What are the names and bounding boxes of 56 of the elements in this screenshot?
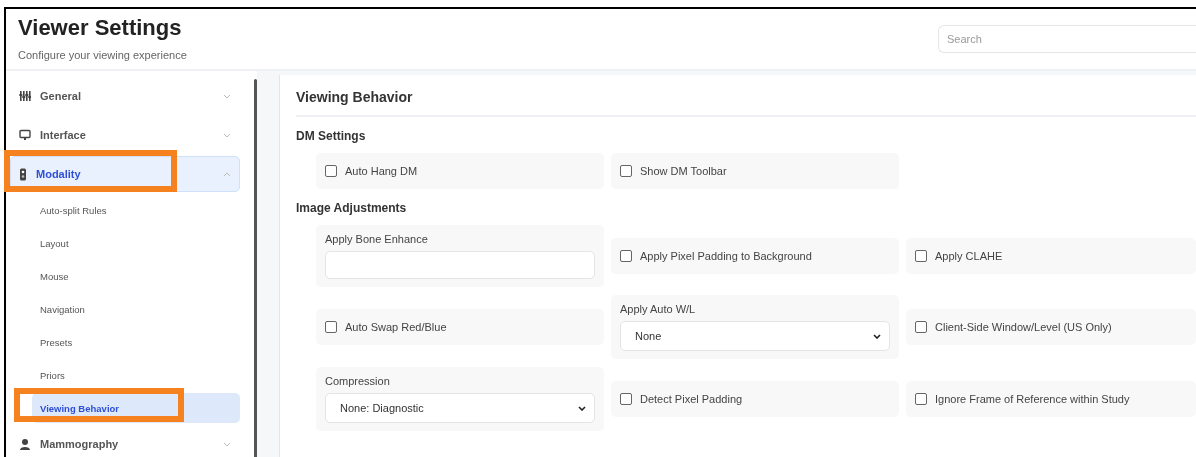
page-title: Viewer Settings <box>18 15 183 41</box>
page-subtitle: Configure your viewing experience <box>18 49 187 61</box>
sidebar-subitem[interactable]: Auto-split Rules <box>32 195 241 225</box>
chevron-icon <box>223 93 232 99</box>
checkbox[interactable] <box>620 393 632 405</box>
select-field[interactable]: None <box>620 321 890 351</box>
select-field[interactable]: None: Diagnostic <box>325 393 595 423</box>
field-label: Apply Auto W/L <box>620 303 697 315</box>
checkbox-label: Client-Side Window/Level (US Only) <box>935 321 1112 333</box>
checkbox-option[interactable]: Auto Swap Red/Blue <box>316 309 604 345</box>
checkbox-option[interactable]: Detect Pixel Padding <box>611 381 899 417</box>
checkbox-label: Show DM Toolbar <box>640 165 727 177</box>
sidebar-subitem[interactable]: Presets <box>32 327 241 357</box>
checkbox-label: Apply CLAHE <box>935 250 1003 262</box>
sidebar-subitem[interactable]: Priors <box>32 360 241 390</box>
checkbox[interactable] <box>915 393 927 405</box>
section-title: Image Adjustments <box>296 201 408 215</box>
search-field[interactable]: Search <box>938 25 1196 53</box>
sidebar-item[interactable]: General <box>10 78 241 114</box>
checkbox[interactable] <box>325 321 337 333</box>
section-title: DM Settings <box>296 129 367 143</box>
checkbox[interactable] <box>620 165 632 177</box>
chevron-icon <box>223 441 232 447</box>
person-icon <box>19 438 31 450</box>
checkbox[interactable] <box>915 250 927 262</box>
chevron-icon <box>223 171 232 177</box>
checkbox-label: Auto Hang DM <box>345 165 418 177</box>
sidebar-subitem[interactable]: Layout <box>32 228 241 258</box>
input-field[interactable] <box>325 251 595 279</box>
panel-title: Viewing Behavior <box>296 89 1196 117</box>
checkbox[interactable] <box>620 250 632 262</box>
checkbox-label: Detect Pixel Padding <box>640 393 743 405</box>
checkbox-label: Apply Pixel Padding to Background <box>640 250 812 262</box>
checkbox-option[interactable]: Show DM Toolbar <box>611 153 899 189</box>
sidebar-item[interactable]: Interface <box>10 117 241 153</box>
checkbox-option[interactable]: Client-Side Window/Level (US Only) <box>906 309 1196 345</box>
checkbox-option[interactable]: Apply Pixel Padding to Background <box>611 238 899 274</box>
chevron-down-icon <box>578 405 586 411</box>
sliders-icon <box>19 90 31 102</box>
chevron-down-icon <box>873 333 881 339</box>
checkbox[interactable] <box>325 165 337 177</box>
chevron-icon <box>223 132 232 138</box>
device-icon <box>19 167 27 181</box>
checkbox-option[interactable]: Apply CLAHE <box>906 238 1196 274</box>
sidebar-subitem[interactable]: Mouse <box>32 261 241 291</box>
scrollbar[interactable] <box>254 79 257 457</box>
checkbox-option[interactable]: Ignore Frame of Reference within Study <box>906 381 1196 417</box>
sidebar-item[interactable]: Mammography <box>10 426 241 457</box>
checkbox-option[interactable]: Auto Hang DM <box>316 153 604 189</box>
checkbox[interactable] <box>915 321 927 333</box>
field-label: Apply Bone Enhance <box>325 233 429 245</box>
monitor-icon <box>19 129 31 141</box>
field-label: Compression <box>325 375 391 387</box>
checkbox-label: Ignore Frame of Reference within Study <box>935 393 1130 405</box>
sidebar-subitem[interactable]: Navigation <box>32 294 241 324</box>
checkbox-label: Auto Swap Red/Blue <box>345 321 447 333</box>
